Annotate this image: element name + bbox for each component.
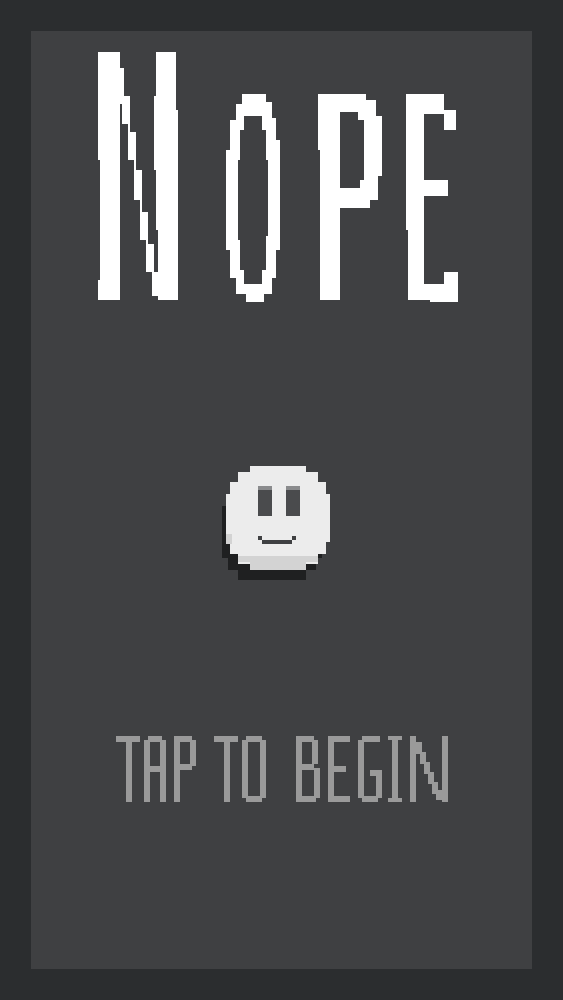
game-title-logo [98, 52, 458, 302]
game-title: Nope [0, 0, 563, 330]
tap-to-begin-lettering [116, 736, 448, 802]
tap-to-begin-prompt[interactable]: TAP TO BEGIN [0, 720, 563, 820]
smiley-ball-icon [222, 466, 330, 580]
game-screen[interactable]: Nope [0, 0, 563, 1000]
player-ball[interactable] [214, 462, 344, 586]
